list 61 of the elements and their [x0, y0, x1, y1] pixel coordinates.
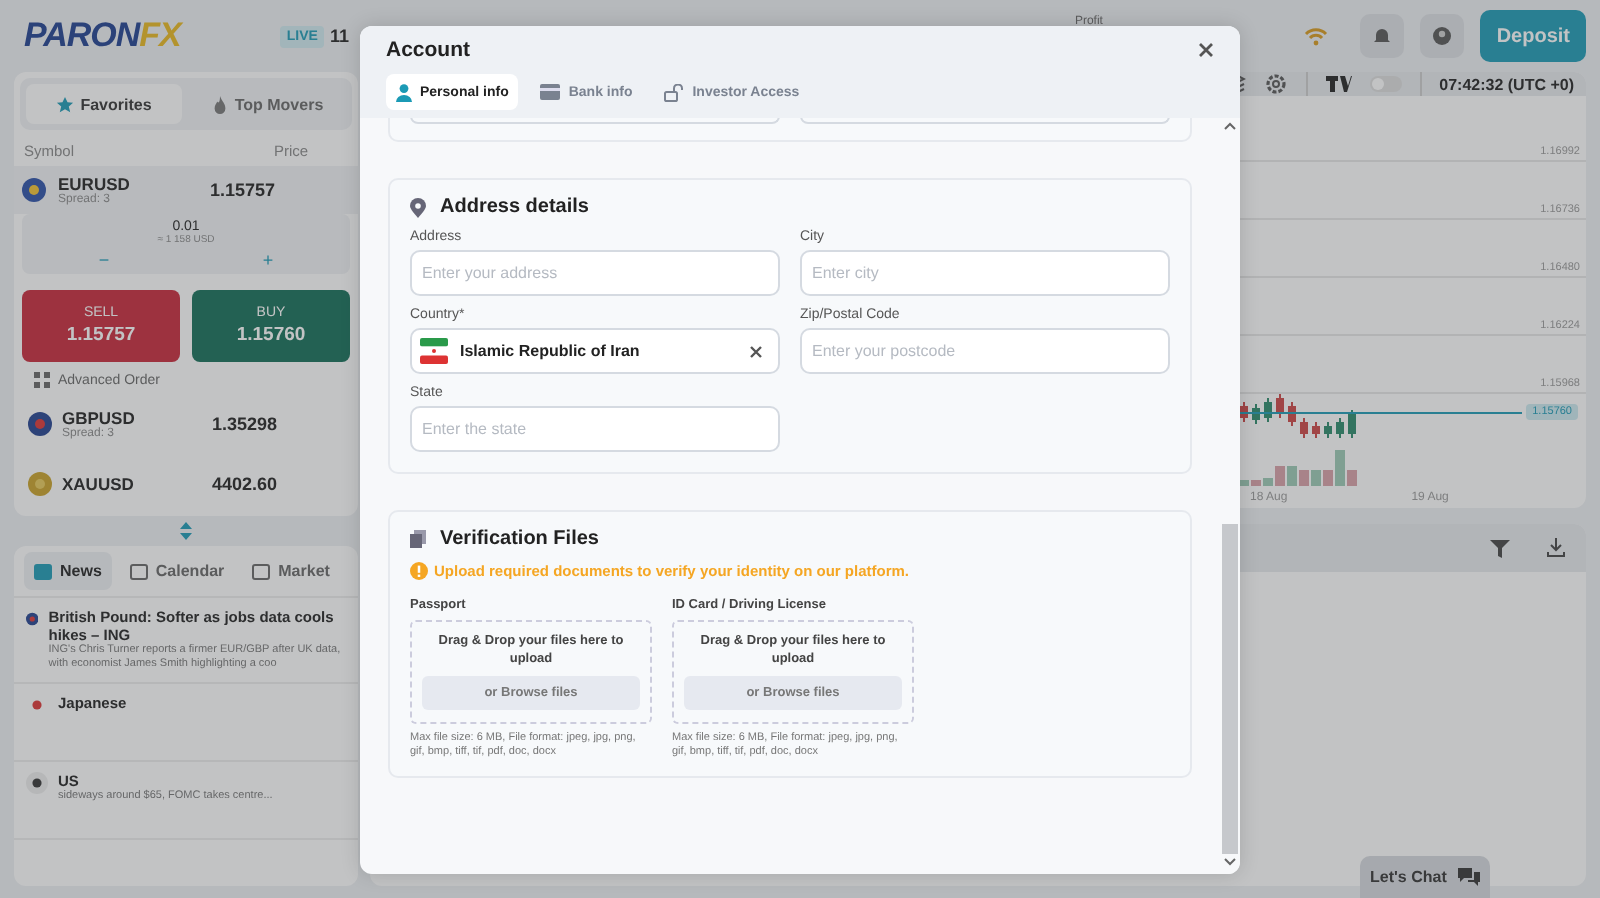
- notifications-button[interactable]: [1360, 14, 1405, 58]
- chat-bubbles-icon: [1458, 868, 1481, 886]
- symbol-name: XAUUSD: [62, 474, 136, 494]
- lock-icon: [664, 83, 685, 101]
- watchlist-tab[interactable]: Top Movers: [190, 84, 346, 124]
- watchlist-tab[interactable]: Favorites: [26, 84, 182, 124]
- flag-icon: [28, 412, 52, 436]
- profile-button[interactable]: [1420, 14, 1465, 58]
- flag-icon: [420, 338, 448, 364]
- symbol-name: EURUSD: [58, 174, 132, 194]
- section-title: Verification Files: [440, 528, 599, 550]
- price-text: 1.15757: [210, 180, 276, 200]
- balance-text: 11: [329, 26, 349, 46]
- input-field[interactable]: Enter city: [800, 250, 1170, 296]
- news-tab[interactable]: Market: [242, 552, 340, 590]
- tab-icon: [129, 563, 148, 579]
- input-field[interactable]: Enter the state: [410, 406, 780, 452]
- chevron-down-icon[interactable]: [1224, 858, 1236, 866]
- dialog-title: Account: [386, 38, 470, 62]
- flag-icon: [22, 178, 46, 202]
- scrollbar[interactable]: [1220, 118, 1240, 874]
- warning-icon: [410, 562, 428, 580]
- brand-logo: PARONFX: [24, 16, 181, 56]
- bell-icon: [1372, 26, 1393, 46]
- clock-text: 07:42:32 (UTC +0): [1439, 75, 1574, 93]
- symbol-row[interactable]: XAUUSD 4402.60: [14, 454, 358, 514]
- location-pin-icon: [410, 197, 426, 217]
- chat-button[interactable]: Let's Chat: [1360, 856, 1491, 898]
- flame-icon: [212, 95, 229, 113]
- settings-icon[interactable]: [1263, 72, 1288, 96]
- download-icon[interactable]: [1546, 538, 1566, 558]
- tab-icon: [252, 563, 271, 579]
- resize-handle-icon[interactable]: [180, 522, 192, 540]
- close-icon[interactable]: [1198, 42, 1214, 58]
- card-icon: [540, 84, 561, 100]
- tab-icon: [34, 563, 52, 579]
- decrease-button[interactable]: −: [22, 246, 186, 274]
- tradingview-logo-icon: [1325, 76, 1352, 92]
- input-field[interactable]: Enter your postcode: [800, 328, 1170, 374]
- clear-icon[interactable]: [750, 345, 762, 357]
- price-text: 1.35298: [212, 414, 278, 434]
- increase-button[interactable]: +: [186, 246, 350, 274]
- grid-icon: [34, 372, 50, 388]
- user-icon: [1432, 26, 1453, 46]
- flag-icon: [26, 608, 39, 630]
- country-select[interactable]: Islamic Republic of Iran: [410, 328, 780, 374]
- documents-icon: [410, 530, 426, 548]
- flag-icon: [28, 472, 52, 496]
- chevron-up-icon[interactable]: [1224, 122, 1236, 130]
- symbol-name: GBPUSD: [62, 408, 137, 428]
- input-field[interactable]: Enter your address: [410, 250, 780, 296]
- star-icon: [56, 95, 75, 113]
- section-title: Address details: [440, 196, 589, 218]
- user-icon: [396, 83, 412, 101]
- wifi-icon: [1304, 27, 1329, 45]
- deposit-button[interactable]: Deposit: [1480, 10, 1586, 62]
- price-text: 4402.60: [212, 474, 278, 494]
- flag-icon: [26, 772, 48, 794]
- news-tab[interactable]: News: [24, 552, 112, 590]
- filter-icon[interactable]: [1490, 539, 1510, 557]
- news-tab[interactable]: Calendar: [119, 552, 235, 590]
